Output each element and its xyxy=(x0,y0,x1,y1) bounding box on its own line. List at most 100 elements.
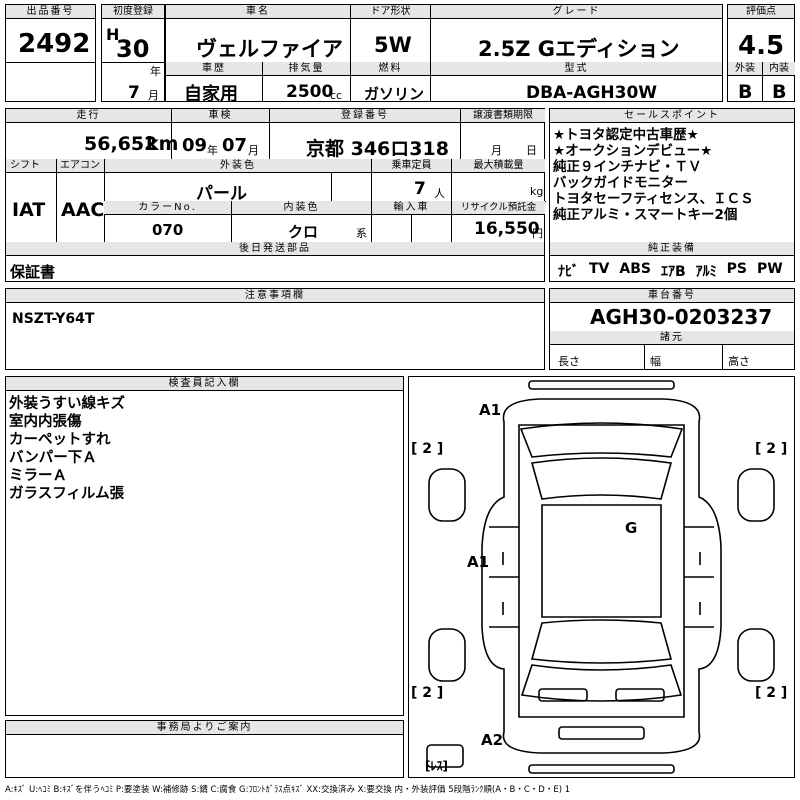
specs-header: 諸元 xyxy=(550,331,794,345)
vehicle-history: 自家用 xyxy=(184,84,238,105)
interior-score-header: 内装 xyxy=(762,62,795,76)
inspector-note: 外装うすい線キズ xyxy=(9,396,125,412)
grade-header: グレード xyxy=(430,5,722,19)
sales-point: 純正９インチナビ・ＴＶ xyxy=(553,159,702,175)
height-label: 高さ xyxy=(728,355,750,368)
details-block: 走行 車検 登録番号 譲渡書類期限 56,652 km 09 年 07 月 京都… xyxy=(5,108,546,282)
import-header: 輸入車 xyxy=(371,201,451,215)
office-header: 事務局よりご案内 xyxy=(6,721,403,735)
score-cell: 評価点 4.5 外装 内装 B B xyxy=(727,4,795,103)
equipment-item: ｴｱB xyxy=(660,264,686,280)
equipment-item: ABS xyxy=(619,261,651,277)
later-parts-value: 保証書 xyxy=(10,263,56,281)
interior-color: クロ xyxy=(288,223,319,241)
equipment-item: ﾅﾋﾞ xyxy=(558,264,579,280)
inspection-header: 車検 xyxy=(171,109,269,123)
cc-unit: cc xyxy=(330,89,343,102)
transfer-day-unit: 日 xyxy=(526,144,537,157)
capacity-value: 7 xyxy=(414,179,426,199)
displacement-header: 排気量 xyxy=(262,62,350,76)
mileage-header: 走行 xyxy=(6,109,171,123)
persons-unit: 人 xyxy=(434,187,445,200)
inspection-year-unit: 年 xyxy=(207,144,218,157)
diagram-rear-label: A2 xyxy=(481,731,504,749)
equipment-item: PW xyxy=(757,261,783,277)
notes-header: 注意事項欄 xyxy=(6,289,544,303)
yen-unit: 円 xyxy=(532,227,543,240)
year-unit: 年 xyxy=(150,65,161,78)
lot-number-header: 出品番号 xyxy=(6,5,95,19)
max-load-header: 最大積載量 xyxy=(451,159,545,173)
lot-number: 2492 xyxy=(18,29,91,59)
transfer-docs-header: 譲渡書類期限 xyxy=(460,109,545,123)
license-plate: 京都 346ロ318 xyxy=(306,138,449,160)
transfer-month-unit: 月 xyxy=(491,144,502,157)
inspector-block: 検査員記入欄 外装うすい線キズ 室内内張傷 カーペットすれ バンパー下Ａ ミラー… xyxy=(5,376,404,716)
fuel-header: 燃料 xyxy=(350,62,430,76)
exterior-score: B xyxy=(738,81,753,103)
color-number: 070 xyxy=(152,221,184,239)
sales-point: 純正アルミ・スマートキー2個 xyxy=(553,207,738,223)
recycle-fee: 16,550 xyxy=(474,219,540,239)
tire-rear-right: [ 2 ] xyxy=(755,685,788,701)
notes-block: 注意事項欄 NSZT-Y64T xyxy=(5,288,545,370)
tire-rear-left: [ 2 ] xyxy=(411,685,444,701)
inspector-note: ガラスフィルム張 xyxy=(9,486,125,502)
color-number-header: カラーNo. xyxy=(104,201,231,215)
interior-score: B xyxy=(772,81,787,103)
length-label: 長さ xyxy=(558,355,580,368)
inspector-note: 室内内張傷 xyxy=(9,414,82,430)
registration-month: 7 xyxy=(128,83,140,103)
plate-header: 登録番号 xyxy=(269,109,460,123)
equipment-item: TV xyxy=(589,261,610,277)
displacement-value: 2500 xyxy=(286,82,334,102)
history-header: 車歴 xyxy=(166,62,262,76)
spare-tire-label: [ﾚｽ] xyxy=(425,759,448,773)
equipment-item: ｱﾙﾐ xyxy=(695,264,717,280)
score-header: 評価点 xyxy=(728,5,794,19)
grade-name: 2.5Z Gエディション xyxy=(478,37,680,61)
car-name-header: 車名 xyxy=(166,5,350,19)
car-outline-diagram xyxy=(426,380,775,774)
width-label: 幅 xyxy=(650,355,661,368)
inspector-note: ミラーＡ xyxy=(9,468,67,484)
later-parts-header: 後日発送部品 xyxy=(6,242,544,256)
notes-value: NSZT-Y64T xyxy=(12,311,95,327)
car-name: ヴェルファイア xyxy=(196,37,343,61)
aircon-header: エアコン xyxy=(56,159,104,173)
inspection-month: 07 xyxy=(222,135,248,156)
capacity-header: 乗車定員 xyxy=(371,159,451,173)
exterior-score-header: 外装 xyxy=(728,62,762,76)
tire-front-right: [ 2 ] xyxy=(755,441,788,457)
kg-unit: kg xyxy=(530,185,544,198)
sales-points-block: セールスポイント ★トヨタ認定中古車歴★ ★オークションデビュー★ 純正９インチ… xyxy=(549,108,795,282)
inspection-year: 09 xyxy=(182,135,208,156)
sales-point: バックガイドモニター xyxy=(553,175,688,191)
legend-text: A:ｷｽﾞ U:ﾍｺﾐ B:ｷｽﾞを伴うﾍｺﾐ P:要塗装 W:補修跡 S:錆 … xyxy=(5,785,571,795)
office-block: 事務局よりご案内 xyxy=(5,720,404,778)
interior-color-header: 内装色 xyxy=(231,201,371,215)
diagram-front-label: A1 xyxy=(479,401,502,419)
first-registration-header: 初度登録 xyxy=(102,5,164,19)
sales-point: ★オークションデビュー★ xyxy=(553,143,713,159)
diagram-side-label: A1 xyxy=(467,553,490,571)
recycle-header: リサイクル預託金 xyxy=(451,201,545,215)
shift-type: IAT xyxy=(12,199,46,221)
inspector-note: カーペットすれ xyxy=(9,432,111,448)
sales-point: トヨタセーフティセンス、ＩＣＳ xyxy=(553,191,754,207)
chassis-block: 車台番号 AGH30-0203237 諸元 長さ 幅 高さ xyxy=(549,288,795,370)
aircon-type: AAC xyxy=(61,199,105,221)
shift-header: シフト xyxy=(6,159,56,173)
overall-score: 4.5 xyxy=(738,31,785,61)
inspector-note: バンパー下Ａ xyxy=(9,450,97,466)
tire-front-left: [ 2 ] xyxy=(411,441,444,457)
door-type-header: ドア形状 xyxy=(350,5,430,19)
first-registration-cell: 初度登録 H 30 年 7 月 xyxy=(101,4,165,103)
sales-point: ★トヨタ認定中古車歴★ xyxy=(553,127,699,143)
km-unit: km xyxy=(146,133,179,155)
inspector-header: 検査員記入欄 xyxy=(6,377,403,391)
month-unit: 月 xyxy=(148,89,159,102)
sales-points-header: セールスポイント xyxy=(550,109,794,123)
car-info-block: 車名 ドア形状 グレード ヴェルファイア 5W 2.5Z Gエディション 車歴 … xyxy=(165,4,723,105)
genuine-equipment-header: 純正装備 xyxy=(550,242,794,256)
